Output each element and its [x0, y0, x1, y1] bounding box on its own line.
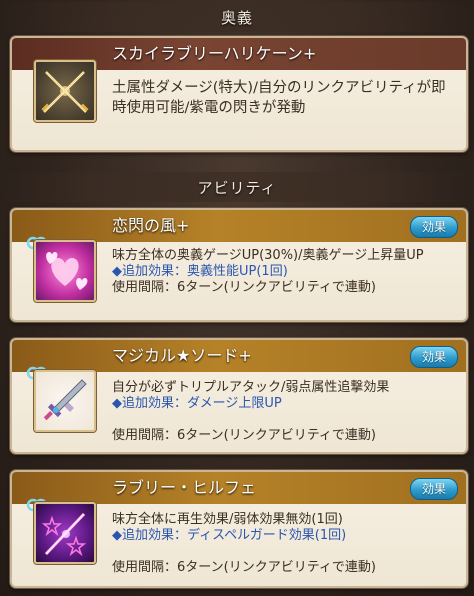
magic-stars-icon [34, 502, 96, 564]
ability-description: 味方全体の奥義ゲージUP(30%)/奥義ゲージ上昇量UP [112, 248, 424, 263]
hearts-icon [34, 240, 96, 302]
effect-button[interactable]: 効果 [410, 478, 458, 500]
ability-cooldown: 使用間隔：6ターン(リンクアビリティで連動) [112, 428, 376, 443]
ability-name: マジカル★ソード+ [112, 346, 252, 365]
ability-cooldown: 使用間隔：6ターン(リンクアビリティで連動) [112, 560, 376, 575]
ougi-description: 土属性ダメージ(特大)/自分のリンクアビリティが即時使用可能/紫電の閃きが発動 [112, 80, 446, 116]
ability-description: 味方全体に再生効果/弱体効果無効(1回) [112, 512, 343, 527]
ability-extra-effect: ◆追加効果：奥義性能UP(1回) [112, 264, 288, 279]
ability-title-bar [12, 210, 466, 242]
ability-description-block: 味方全体に再生効果/弱体効果無効(1回) ◆追加効果：ディスペルガード効果(1回… [112, 512, 456, 576]
ability-cooldown: 使用間隔：6ターン(リンクアビリティで連動) [112, 280, 376, 295]
effect-button[interactable]: 効果 [410, 216, 458, 238]
ougi-section-title: 奥義 [220, 8, 253, 27]
ability-card: 恋閃の風+ 効果 味方全体の奥義ゲージUP(30%)/奥義ゲージ上昇量UP ◆追… [10, 208, 468, 322]
ability-name: 恋閃の風+ [112, 216, 190, 235]
ability-extra-effect: ◆追加効果：ディスペルガード効果(1回) [112, 528, 347, 543]
ability-description-block: 自分が必ずトリプルアタック/弱点属性追撃効果 ◆追加効果：ダメージ上限UP 使用… [112, 380, 456, 444]
crossed-swords-icon [34, 60, 96, 122]
sword-icon [34, 370, 96, 432]
ability-description: 自分が必ずトリプルアタック/弱点属性追撃効果 [112, 380, 390, 395]
ability-name: ラブリー・ヒルフェ [112, 478, 257, 497]
ougi-card: スカイラブリーハリケーン+ 土属性ダメージ(特大)/自分のリンクアビリティが即時… [10, 36, 468, 152]
ability-card: ラブリー・ヒルフェ 効果 味方全体に再生効果/弱体効果無効(1回) ◆追加効果：… [10, 470, 468, 588]
ability-section-header: アビリティ [0, 172, 474, 202]
effect-button[interactable]: 効果 [410, 346, 458, 368]
ougi-section-header: 奥義 [0, 2, 474, 32]
ability-section-title: アビリティ [197, 178, 277, 197]
ability-description-block: 味方全体の奥義ゲージUP(30%)/奥義ゲージ上昇量UP ◆追加効果：奥義性能U… [112, 248, 456, 296]
ougi-name: スカイラブリーハリケーン+ [112, 44, 317, 63]
ability-extra-effect: ◆追加効果：ダメージ上限UP [112, 396, 282, 411]
ability-card: マジカル★ソード+ 効果 自分が必ずトリプルアタック/弱点属性追撃効果 ◆追加効… [10, 338, 468, 454]
